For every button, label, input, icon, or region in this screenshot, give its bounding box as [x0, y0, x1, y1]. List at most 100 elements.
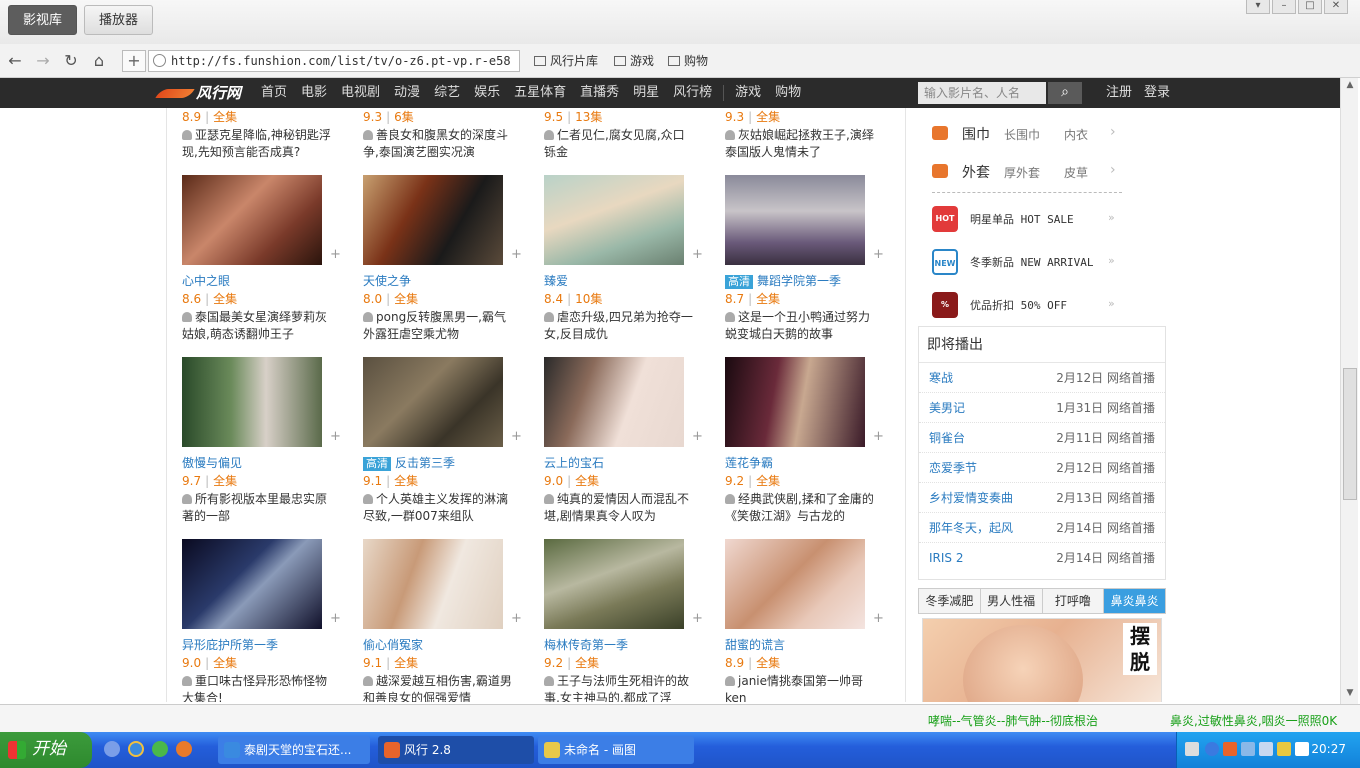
nav-live[interactable]: 直播秀 — [573, 78, 626, 108]
start-button[interactable]: 开始 — [0, 732, 92, 768]
funshion-icon[interactable] — [1223, 742, 1237, 756]
status-ad-1[interactable]: 哮喘--气管炎--肺气肿--彻底根治 — [928, 712, 1098, 729]
scroll-up-icon[interactable]: ▲ — [1343, 80, 1357, 94]
item-title[interactable]: 高清 反击第三季 — [363, 454, 455, 471]
taskbar-window-1[interactable]: 泰剧天堂的宝石还... — [218, 736, 370, 764]
app-icon[interactable] — [176, 741, 192, 757]
category-coat[interactable]: 外套 厚外套 皮草 › — [918, 152, 1166, 192]
thumbnail[interactable] — [725, 357, 865, 447]
vertical-scrollbar[interactable]: ▲ ▼ — [1340, 78, 1358, 704]
tab-ad-diet[interactable]: 冬季减肥 — [919, 589, 981, 613]
ad-banner[interactable]: 摆脱 — [922, 618, 1162, 702]
chevron-left-icon[interactable] — [1205, 742, 1219, 756]
nav-sports[interactable]: 五星体育 — [507, 78, 573, 108]
thumbnail[interactable] — [544, 175, 684, 265]
tab-player[interactable]: 播放器 — [84, 5, 154, 35]
site-logo[interactable]: 风行网 — [158, 82, 241, 104]
promo-hot-sale[interactable]: HOT 明星单品 HOT SALE » — [918, 200, 1166, 240]
tab-video-library[interactable]: 影视库 — [8, 5, 78, 35]
nav-tv[interactable]: 电视剧 — [334, 78, 387, 108]
item-title[interactable]: 高清 舞蹈学院第一季 — [725, 272, 841, 289]
nav-entertainment[interactable]: 娱乐 — [467, 78, 507, 108]
add-icon[interactable]: + — [873, 611, 884, 626]
list-item[interactable]: 恋爱季节 2月12日 网络首播 — [919, 453, 1165, 483]
forward-icon[interactable]: → — [34, 52, 52, 70]
status-ad-2[interactable]: 鼻炎,过敏性鼻炎,咽炎一照照0K — [1170, 712, 1337, 729]
item-title[interactable]: 异形庇护所第一季 — [182, 636, 278, 653]
thumbnail[interactable] — [544, 539, 684, 629]
list-item[interactable]: IRIS 2 2月14日 网络首播 — [919, 543, 1165, 573]
new-tab-button[interactable]: + — [122, 50, 146, 72]
network-icon[interactable] — [1241, 742, 1255, 756]
bookmark-film-library[interactable]: 风行片库 — [534, 52, 598, 70]
promo-new-arrival[interactable]: NEW 冬季新品 NEW ARRIVAL » — [918, 243, 1166, 283]
item-title[interactable]: 甜蜜的谎言 — [725, 636, 785, 653]
nav-home[interactable]: 首页 — [254, 78, 294, 108]
keyboard-icon[interactable] — [1185, 742, 1199, 756]
add-icon[interactable]: + — [330, 247, 341, 262]
category-scarf[interactable]: 围巾 长围巾 内衣 › — [918, 114, 1166, 154]
item-title[interactable]: 偷心俏冤家 — [363, 636, 423, 653]
nav-movies[interactable]: 电影 — [294, 78, 334, 108]
shield-icon[interactable] — [1277, 742, 1291, 756]
item-title[interactable]: 云上的宝石 — [544, 454, 604, 471]
thumbnail[interactable] — [182, 357, 322, 447]
nav-shopping[interactable]: 购物 — [768, 78, 808, 108]
item-title[interactable]: 天使之争 — [363, 272, 411, 289]
add-icon[interactable]: + — [692, 611, 703, 626]
add-icon[interactable]: + — [330, 611, 341, 626]
desktop-icon[interactable] — [104, 741, 120, 757]
thumbnail[interactable] — [182, 539, 322, 629]
close-icon[interactable]: ✕ — [1324, 0, 1348, 14]
add-icon[interactable]: + — [511, 429, 522, 444]
maximize-icon[interactable]: □ — [1298, 0, 1322, 14]
volume-icon[interactable] — [1295, 742, 1309, 756]
item-title[interactable]: 傲慢与偏见 — [182, 454, 242, 471]
add-icon[interactable]: + — [511, 247, 522, 262]
add-icon[interactable]: + — [511, 611, 522, 626]
register-link[interactable]: 注册 — [1106, 78, 1132, 108]
taskbar-window-2[interactable]: 风行 2.8 — [378, 736, 534, 764]
tab-ad-rhinitis[interactable]: 鼻炎鼻炎 — [1104, 589, 1165, 613]
browser-icon[interactable] — [152, 741, 168, 757]
add-icon[interactable]: + — [330, 429, 341, 444]
item-title[interactable]: 莲花争霸 — [725, 454, 773, 471]
add-icon[interactable]: + — [692, 247, 703, 262]
minimize-icon[interactable]: – — [1272, 0, 1296, 14]
list-item[interactable]: 乡村爱情变奏曲 2月13日 网络首播 — [919, 483, 1165, 513]
item-title[interactable]: 梅林传奇第一季 — [544, 636, 628, 653]
tab-ad-men[interactable]: 男人性福 — [981, 589, 1043, 613]
thumbnail[interactable] — [725, 175, 865, 265]
item-title[interactable]: 心中之眼 — [182, 272, 230, 289]
tab-ad-snoring[interactable]: 打呼噜 — [1043, 589, 1105, 613]
scroll-thumb[interactable] — [1343, 368, 1357, 500]
taskbar-window-3[interactable]: 未命名 - 画图 — [538, 736, 694, 764]
thumbnail[interactable] — [182, 175, 322, 265]
thumbnail[interactable] — [725, 539, 865, 629]
list-item[interactable]: 铜雀台 2月11日 网络首播 — [919, 423, 1165, 453]
list-item[interactable]: 寒战 2月12日 网络首播 — [919, 363, 1165, 393]
display-icon[interactable] — [1259, 742, 1273, 756]
ie-icon[interactable] — [128, 741, 144, 757]
url-field[interactable]: http://fs.funshion.com/list/tv/o-z6.pt-v… — [148, 50, 520, 72]
scroll-down-icon[interactable]: ▼ — [1343, 688, 1357, 702]
menu-icon[interactable]: ▾ — [1246, 0, 1270, 14]
item-title[interactable]: 臻爱 — [544, 272, 568, 289]
nav-variety[interactable]: 综艺 — [427, 78, 467, 108]
nav-games[interactable]: 游戏 — [728, 78, 768, 108]
nav-stars[interactable]: 明星 — [626, 78, 666, 108]
refresh-icon[interactable]: ↻ — [62, 52, 80, 70]
search-button[interactable]: ⌕ — [1048, 82, 1082, 104]
promo-discount[interactable]: % 优品折扣 50% OFF » — [918, 286, 1166, 326]
home-icon[interactable]: ⌂ — [90, 52, 108, 70]
thumbnail[interactable] — [363, 357, 503, 447]
list-item[interactable]: 那年冬天，起风 2月14日 网络首播 — [919, 513, 1165, 543]
nav-anime[interactable]: 动漫 — [387, 78, 427, 108]
add-icon[interactable]: + — [873, 429, 884, 444]
list-item[interactable]: 美男记 1月31日 网络首播 — [919, 393, 1165, 423]
search-input[interactable]: 输入影片名、人名 — [918, 82, 1046, 104]
thumbnail[interactable] — [544, 357, 684, 447]
back-icon[interactable]: ← — [6, 52, 24, 70]
add-icon[interactable]: + — [873, 247, 884, 262]
thumbnail[interactable] — [363, 539, 503, 629]
